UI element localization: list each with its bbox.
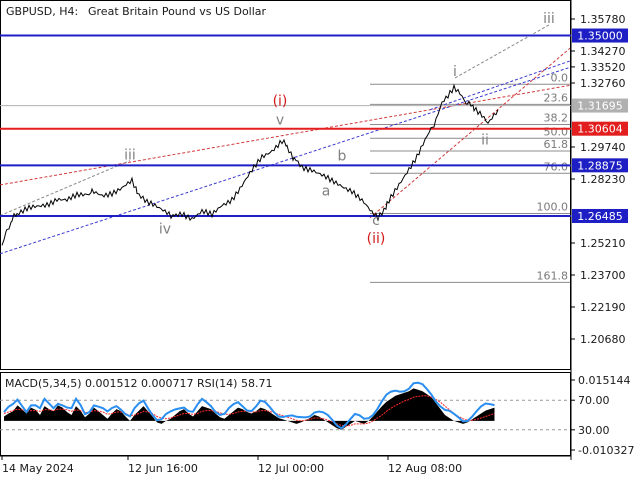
wave-path-1: [0, 160, 131, 217]
fib-label-1: 23.6: [544, 91, 569, 104]
price-tick-label-3: 1.33520: [580, 61, 626, 74]
fib-label-4: 61.8: [544, 138, 569, 151]
time-tick-label-1: 12 Jun 16:00: [128, 462, 198, 475]
price-tick-label-12: 1.23700: [580, 269, 626, 282]
level-label-1: 1.30604: [577, 123, 623, 136]
level-label-2: 1.28875: [577, 159, 623, 172]
indicator-tick-label-1: 70.00: [578, 394, 610, 407]
price-tick-label-11: 1.25210: [580, 237, 626, 250]
indicator-title: MACD(5,34,5) 0.001512 0.000717 RSI(14) 5…: [5, 377, 272, 390]
fib-label-5: 76.0: [544, 160, 569, 173]
current-price-label: 1.31695: [577, 100, 623, 113]
level-label-0: 1.35000: [577, 30, 623, 43]
macd-histogram: [4, 388, 495, 430]
wave-label-6: c: [372, 213, 380, 229]
level-label-3: 1.26485: [577, 210, 623, 223]
time-tick-label-0: 14 May 2024: [2, 462, 74, 475]
price-tick-label-7: 1.29740: [580, 141, 626, 154]
chart-title-symbol: GBPUSD, H4:: [6, 5, 78, 18]
chart-title-description: Great Britain Pound vs US Dollar: [88, 5, 267, 18]
fib-label-7: 161.8: [537, 269, 569, 282]
wave-label-8: i: [453, 64, 457, 80]
trend-support-red: [369, 47, 571, 219]
price-tick-label-13: 1.22190: [580, 301, 626, 314]
wave-label-2: v: [276, 113, 284, 129]
price-tick-label-2: 1.34270: [580, 45, 626, 58]
fib-label-3: 50.0: [544, 125, 569, 138]
wave-label-4: b: [338, 149, 347, 165]
price-tick-label-14: 1.20680: [580, 333, 626, 346]
chart-window: 0.0 23.6 38.2 50.0 61.8 76.0 100.0 161.8 1.3500…: [0, 0, 640, 480]
wave-label-5: a: [322, 184, 331, 200]
time-tick-label-3: 12 Aug 08:00: [388, 462, 462, 475]
main-chart-frame: [0, 0, 571, 370]
wave-label-1: iv: [159, 222, 171, 238]
wave-label-3: (i): [273, 93, 288, 109]
indicator-tick-label-0: 0.015144: [578, 374, 631, 387]
fib-label-2: 38.2: [544, 112, 569, 125]
price-tick-label-0: 1.35780: [580, 13, 626, 26]
wave-label-7: (ii): [367, 231, 386, 247]
wave-label-10: iii: [543, 11, 555, 27]
indicator-tick-label-2: 30.00: [578, 424, 610, 437]
price-tick-label-9: 1.28230: [580, 173, 626, 186]
wave-label-9: ii: [481, 133, 489, 149]
price-tick-label-4: 1.32760: [580, 77, 626, 90]
fib-label-6: 100.0: [537, 201, 569, 214]
chart-canvas: 0.023.638.250.061.876.0100.0161.8 1.3500…: [0, 0, 634, 475]
wave-path-projection: [454, 24, 550, 79]
indicator-tick-label-3: -0.010327: [578, 444, 634, 457]
wave-label-0: iii: [124, 148, 136, 164]
time-tick-label-2: 12 Jul 00:00: [258, 462, 324, 475]
